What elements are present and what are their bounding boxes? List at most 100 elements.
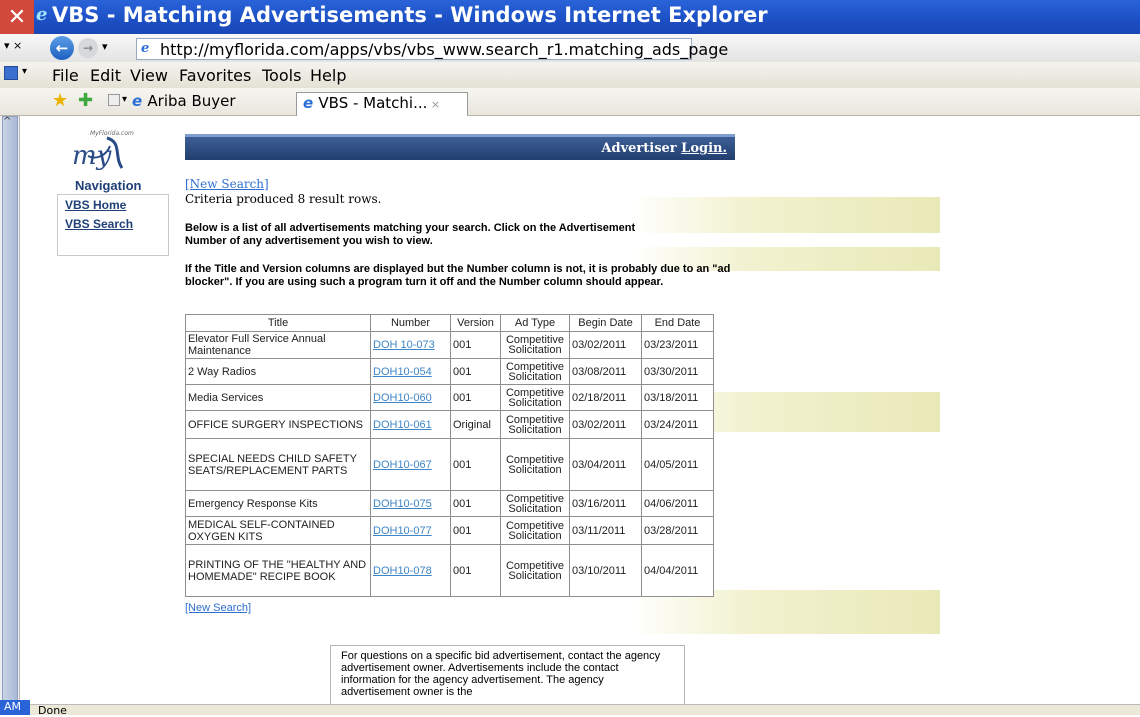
cell-begin: 03/10/2011 xyxy=(569,544,642,597)
scroll-up-icon[interactable]: ^ xyxy=(3,116,11,127)
tab-icon: e xyxy=(303,94,319,112)
cell-number: DOH10-054 xyxy=(370,358,451,385)
menu-favorites[interactable]: Favorites xyxy=(179,66,251,85)
tab-vbs[interactable]: e VBS - Matchi... × xyxy=(296,92,468,116)
page-menu-icon[interactable] xyxy=(4,66,18,80)
criteria-text: Criteria produced 8 result rows. xyxy=(185,192,382,206)
cell-begin: 03/11/2011 xyxy=(569,516,642,545)
cell-adtype: Competitive Solicitation xyxy=(500,410,570,439)
ad-number-link[interactable]: DOH10-075 xyxy=(373,498,432,510)
cell-begin: 03/08/2011 xyxy=(569,358,642,385)
window-title: VBS - Matching Advertisements - Windows … xyxy=(52,3,768,27)
tab-close-icon[interactable]: × xyxy=(427,98,440,111)
chevron-down-icon[interactable]: ▾ xyxy=(22,66,27,77)
ad-number-link[interactable]: DOH10-078 xyxy=(373,565,432,577)
cell-end: 03/30/2011 xyxy=(641,358,714,385)
quick-tabs-icon[interactable] xyxy=(108,94,120,106)
cell-end: 04/04/2011 xyxy=(641,544,714,597)
cell-number: DOH10-078 xyxy=(370,544,451,597)
nav-title: Navigation xyxy=(75,178,142,193)
cell-adtype: Competitive Solicitation xyxy=(500,438,570,491)
col-adtype: Ad Type xyxy=(500,314,570,332)
cell-title: SPECIAL NEEDS CHILD SAFETY SEATS/REPLACE… xyxy=(185,438,371,491)
cell-end: 03/28/2011 xyxy=(641,516,714,545)
favorites-star-icon[interactable]: ★ xyxy=(52,90,68,111)
cell-version: Original xyxy=(450,410,501,439)
cell-version: 001 xyxy=(450,490,501,517)
cell-begin: 03/02/2011 xyxy=(569,410,642,439)
cell-adtype: Competitive Solicitation xyxy=(500,384,570,411)
ad-number-link[interactable]: DOH10-077 xyxy=(373,525,432,537)
menu-bar xyxy=(0,62,1140,88)
scrollbar-thumb[interactable] xyxy=(2,116,18,702)
nav-vbs-search[interactable]: VBS Search xyxy=(65,217,133,231)
cell-begin: 03/04/2011 xyxy=(569,438,642,491)
cell-version: 001 xyxy=(450,358,501,385)
cell-adtype: Competitive Solicitation xyxy=(500,544,570,597)
new-search-link-bottom[interactable]: [New Search] xyxy=(185,602,251,614)
menu-view[interactable]: View xyxy=(130,66,168,85)
login-link[interactable]: Login. xyxy=(681,141,727,156)
ad-number-link[interactable]: DOH 10-073 xyxy=(373,339,435,351)
advertiser-login: Advertiser Login. xyxy=(185,141,735,156)
intro-text: Below is a list of all advertisements ma… xyxy=(185,222,636,247)
svg-text:my: my xyxy=(72,141,112,171)
table-row: Media Services DOH10-060 001 Competitive… xyxy=(185,384,714,411)
history-dropdown-icon[interactable]: ▾ xyxy=(102,40,108,53)
tab-label: Ariba Buyer xyxy=(147,92,236,110)
add-favorite-icon[interactable]: ✚ xyxy=(78,90,93,111)
cell-number: DOH10-067 xyxy=(370,438,451,491)
ad-number-link[interactable]: DOH10-060 xyxy=(373,392,432,404)
cell-title: Media Services xyxy=(185,384,371,411)
col-title: Title xyxy=(185,314,371,332)
tab-label: VBS - Matchi... xyxy=(318,94,428,112)
cell-version: 001 xyxy=(450,331,501,359)
col-end-date: End Date xyxy=(641,314,714,332)
cell-begin: 03/02/2011 xyxy=(569,331,642,359)
new-search-link[interactable]: [New Search] xyxy=(185,177,269,191)
cell-begin: 02/18/2011 xyxy=(569,384,642,411)
menu-tools[interactable]: Tools xyxy=(262,66,301,85)
cell-title: MEDICAL SELF-CONTAINED OXYGEN KITS xyxy=(185,516,371,545)
cell-end: 03/18/2011 xyxy=(641,384,714,411)
tab-list-icon[interactable]: ▾ xyxy=(122,94,127,105)
ad-number-link[interactable]: DOH10-067 xyxy=(373,459,432,471)
forward-icon[interactable]: → xyxy=(78,38,98,58)
cell-adtype: Competitive Solicitation xyxy=(500,516,570,545)
cell-adtype: Competitive Solicitation xyxy=(500,331,570,359)
back-icon[interactable]: ← xyxy=(50,36,74,60)
cell-end: 04/06/2011 xyxy=(641,490,714,517)
menu-help[interactable]: Help xyxy=(310,66,346,85)
cell-version: 001 xyxy=(450,384,501,411)
cell-end: 03/24/2011 xyxy=(641,410,714,439)
ad-number-link[interactable]: DOH10-054 xyxy=(373,366,432,378)
table-row: PRINTING OF THE "HEALTHY AND HOMEMADE" R… xyxy=(185,544,714,597)
cell-end: 03/23/2011 xyxy=(641,331,714,359)
cell-version: 001 xyxy=(450,438,501,491)
results-table: Title Number Version Ad Type Begin Date … xyxy=(185,314,714,597)
table-row: MEDICAL SELF-CONTAINED OXYGEN KITS DOH10… xyxy=(185,516,714,545)
tab-ariba-buyer[interactable]: e Ariba Buyer xyxy=(132,92,236,110)
menu-edit[interactable]: Edit xyxy=(90,66,121,85)
cell-number: DOH 10-073 xyxy=(370,331,451,359)
close-icon[interactable]: ✕ xyxy=(0,0,34,34)
cell-title: Emergency Response Kits xyxy=(185,490,371,517)
menu-file[interactable]: File xyxy=(52,66,79,85)
cell-adtype: Competitive Solicitation xyxy=(500,358,570,385)
adblock-notice: If the Title and Version columns are dis… xyxy=(185,263,731,288)
table-row: Elevator Full Service Annual Maintenance… xyxy=(185,331,714,359)
ie-logo-icon: e xyxy=(36,4,48,25)
header-bar: Advertiser Login. xyxy=(185,134,735,160)
table-row: 2 Way Radios DOH10-054 001 Competitive S… xyxy=(185,358,714,385)
table-header-row: Title Number Version Ad Type Begin Date … xyxy=(185,314,714,332)
cell-title: Elevator Full Service Annual Maintenance xyxy=(185,331,371,359)
cell-end: 04/05/2011 xyxy=(641,438,714,491)
toolbar-menu-icon[interactable]: ▾ × xyxy=(4,39,22,52)
myflorida-logo: my xyxy=(62,132,167,172)
nav-vbs-home[interactable]: VBS Home xyxy=(65,198,126,212)
cell-version: 001 xyxy=(450,544,501,597)
ad-number-link[interactable]: DOH10-061 xyxy=(373,419,432,431)
cell-number: DOH10-061 xyxy=(370,410,451,439)
col-begin-date: Begin Date xyxy=(569,314,642,332)
table-row: OFFICE SURGERY INSPECTIONS DOH10-061 Ori… xyxy=(185,410,714,439)
